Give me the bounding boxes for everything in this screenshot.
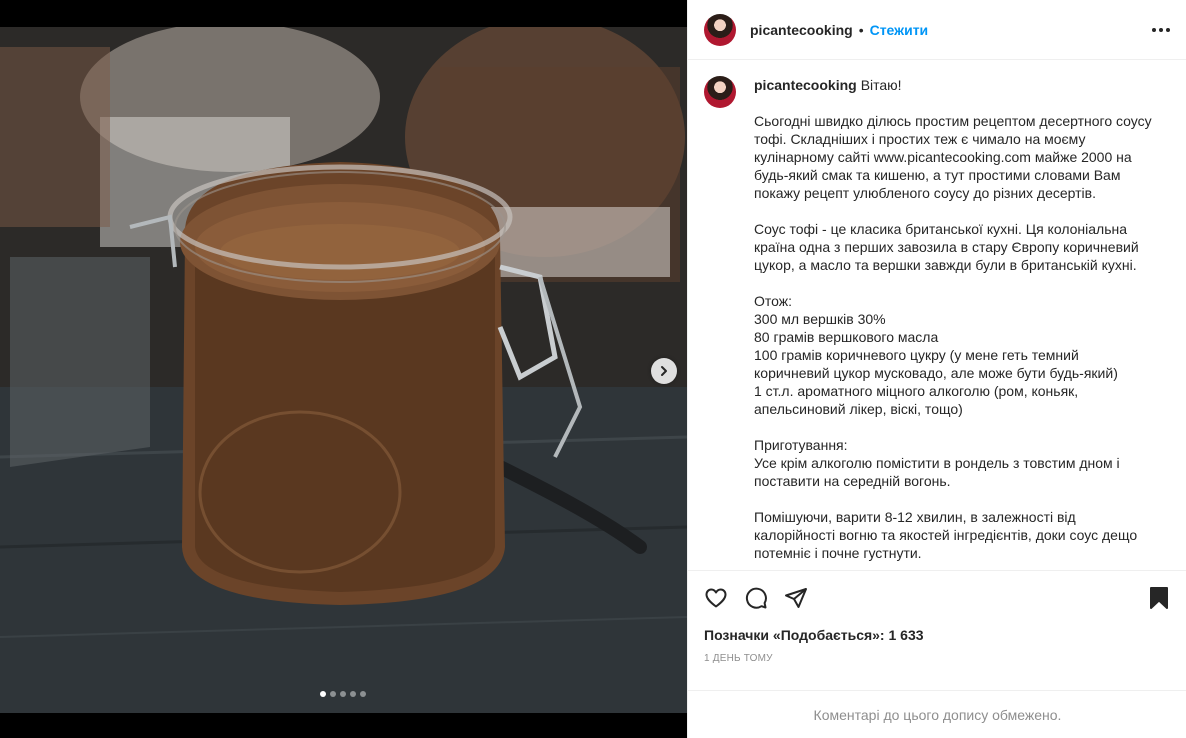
caption-paragraph: Сьогодні швидко ділюсь простим рецептом … <box>754 113 1152 201</box>
header-username[interactable]: picantecooking <box>750 22 853 38</box>
carousel-dot <box>320 691 326 697</box>
post-actions: Позначки «Подобається»: 1 633 1 день том… <box>688 570 1186 664</box>
save-button[interactable] <box>1147 586 1171 610</box>
more-options-button[interactable] <box>1152 22 1170 38</box>
post-timestamp[interactable]: 1 день тому <box>704 653 1171 664</box>
caption-paragraph: Отож: 300 мл вершків 30% 80 грамів вершк… <box>754 293 1118 417</box>
caption-paragraph: Помішуючи, варити 8-12 хвилин, в залежно… <box>754 509 1138 561</box>
carousel-dot <box>330 691 336 697</box>
post-photo <box>0 27 687 713</box>
bookmark-icon <box>1150 587 1168 609</box>
more-horizontal-icon-dot <box>1159 27 1163 32</box>
caption-greeting: Вітаю! <box>860 77 902 93</box>
toffee-jar-illustration <box>0 27 687 713</box>
comment-icon <box>745 587 767 609</box>
share-button[interactable] <box>784 586 808 610</box>
likes-number: 1 633 <box>888 627 924 643</box>
action-icons <box>704 571 1171 623</box>
carousel-next-button[interactable] <box>651 358 677 384</box>
caption-avatar[interactable] <box>704 76 736 108</box>
avatar[interactable] <box>704 13 736 46</box>
more-horizontal-icon <box>1152 27 1156 32</box>
follow-button[interactable]: Стежити <box>870 22 929 38</box>
caption-username[interactable]: picantecooking <box>754 77 857 93</box>
comment-button[interactable] <box>744 586 768 610</box>
likes-count[interactable]: Позначки «Подобається»: 1 633 <box>704 627 1171 643</box>
carousel-dot <box>340 691 346 697</box>
carousel-indicator <box>320 691 366 697</box>
caption-paragraph: Приготування: Усе крім алкоголю помістит… <box>754 437 1120 489</box>
caption-paragraph: Соус тофі - це класика британської кухні… <box>754 221 1139 273</box>
carousel-dot <box>360 691 366 697</box>
like-button[interactable] <box>704 586 728 610</box>
caption-area[interactable]: picantecooking Вітаю! Сьогодні швидко діл… <box>688 60 1186 570</box>
paper-plane-icon <box>785 588 807 608</box>
heart-icon <box>705 588 727 608</box>
chevron-right-icon <box>661 366 667 376</box>
likes-label: Позначки «Подобається»: <box>704 627 885 643</box>
comments-limited-notice: Коментарі до цього допису обмежено. <box>688 690 1186 738</box>
caption-text: picantecooking Вітаю! Сьогодні швидко діл… <box>754 76 1154 570</box>
media-panel <box>0 0 687 738</box>
post-header: picantecooking • Стежити <box>688 0 1186 60</box>
post-dialog: picantecooking • Стежити picantecooking В… <box>0 0 1186 738</box>
carousel-dot <box>350 691 356 697</box>
header-separator: • <box>858 21 864 38</box>
post-side-panel: picantecooking • Стежити picantecooking В… <box>687 0 1186 738</box>
more-horizontal-icon-dot <box>1166 27 1170 32</box>
caption-first-line: picantecooking Вітаю! <box>754 76 1154 94</box>
